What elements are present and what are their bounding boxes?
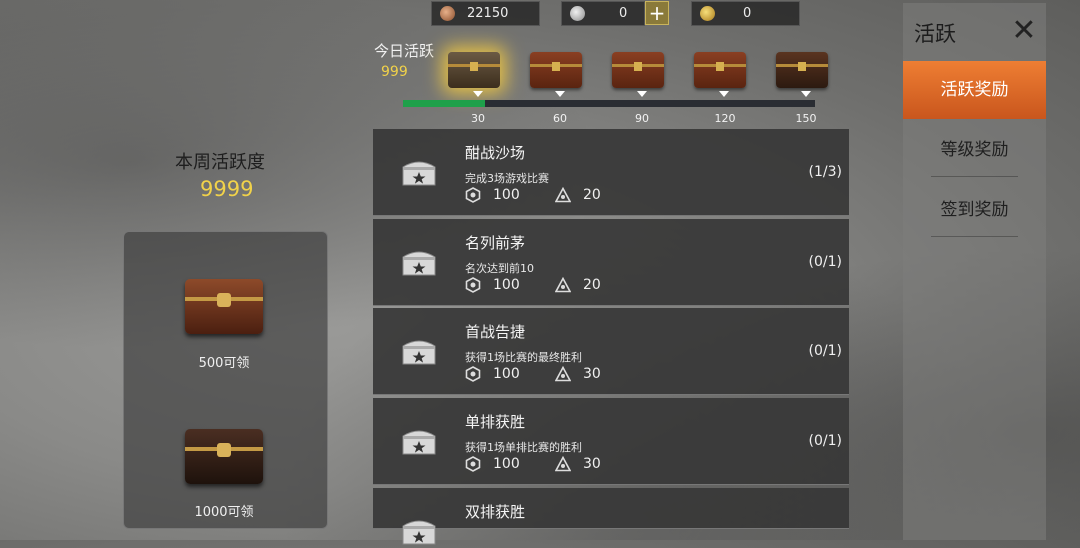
weekly-chest-500-label: 500可领 (198, 356, 250, 371)
reward-points: 100 (465, 366, 520, 382)
daily-chest-150[interactable] (776, 52, 828, 88)
daily-activity-title: 今日活跃 (374, 42, 435, 60)
activity-triangle-icon (555, 366, 571, 382)
tab-checkin-reward[interactable]: 签到奖励 (903, 181, 1046, 239)
milestone-label: 150 (795, 112, 817, 125)
reward-points-value: 100 (493, 366, 520, 382)
task-row[interactable]: 首战告捷获得1场比赛的最终胜利 100 30 (0/1) (373, 308, 849, 395)
daily-activity-value: 999 (381, 64, 408, 80)
points-hexagon-icon (465, 277, 481, 293)
reward-activity: 20 (555, 187, 601, 203)
weekly-chest-1000[interactable] (185, 429, 263, 484)
task-progress: (0/1) (808, 433, 842, 449)
task-progress: (0/1) (808, 343, 842, 359)
task-chest-icon (402, 430, 436, 455)
daily-chest-90[interactable] (612, 52, 664, 88)
close-icon[interactable]: ✕ (1010, 16, 1038, 46)
points-hexagon-icon (465, 187, 481, 203)
task-row[interactable]: 单排获胜获得1场单排比赛的胜利 100 30 (0/1) (373, 398, 849, 485)
daily-progress-track (403, 100, 815, 107)
gold-currency: 0 (691, 1, 800, 26)
activity-triangle-icon (555, 277, 571, 293)
reward-points: 100 (465, 187, 520, 203)
reward-points-value: 100 (493, 456, 520, 472)
reward-activity: 30 (555, 456, 601, 472)
task-progress: (1/3) (808, 164, 842, 180)
reward-activity-value: 30 (583, 366, 601, 382)
chest-120-arrow-icon (719, 91, 729, 97)
weekly-activity-value: 9999 (200, 177, 254, 201)
weekly-chest-1000-label: 1000可领 (194, 505, 254, 520)
copper-currency: 22150 (431, 1, 540, 26)
add-currency-button[interactable]: + (645, 1, 669, 25)
task-description: 完成3场游戏比赛 (465, 172, 549, 185)
reward-points: 100 (465, 456, 520, 472)
task-description: 获得1场单排比赛的胜利 (465, 441, 582, 454)
reward-points-value: 100 (493, 187, 520, 203)
silver-amount: 0 (619, 6, 628, 21)
gold-coin-icon (700, 6, 715, 21)
weekly-chest-500[interactable] (185, 279, 263, 334)
task-progress: (0/1) (808, 254, 842, 270)
task-description: 获得1场比赛的最终胜利 (465, 351, 582, 364)
copper-coin-icon (440, 6, 455, 21)
gold-amount: 0 (743, 6, 752, 21)
copper-amount: 22150 (467, 6, 509, 21)
silver-currency: 0 (561, 1, 645, 26)
reward-activity: 20 (555, 277, 601, 293)
task-name: 首战告捷 (465, 323, 526, 341)
daily-chest-30[interactable] (448, 52, 500, 88)
daily-chest-120[interactable] (694, 52, 746, 88)
task-chest-icon (402, 251, 436, 276)
daily-progress-fill (403, 100, 486, 107)
weekly-activity-title: 本周活跃度 (175, 152, 265, 173)
milestone-label: 90 (635, 112, 649, 125)
task-name: 名列前茅 (465, 234, 526, 252)
tab-activity-reward[interactable]: 活跃奖励 (903, 61, 1046, 119)
chest-30-arrow-icon (473, 91, 483, 97)
task-name: 双排获胜 (465, 503, 526, 521)
task-row[interactable]: 双排获胜 (373, 488, 849, 545)
reward-activity-value: 30 (583, 456, 601, 472)
points-hexagon-icon (465, 366, 481, 382)
task-row[interactable]: 酣战沙场完成3场游戏比赛 100 20 (1/3) (373, 129, 849, 216)
chest-150-arrow-icon (801, 91, 811, 97)
reward-activity-value: 20 (583, 277, 601, 293)
daily-chest-60[interactable] (530, 52, 582, 88)
milestone-label: 120 (714, 112, 736, 125)
activity-triangle-icon (555, 187, 571, 203)
task-chest-icon (402, 161, 436, 186)
reward-points: 100 (465, 277, 520, 293)
milestone-label: 30 (471, 112, 485, 125)
task-chest-icon (402, 520, 436, 545)
task-chest-icon (402, 340, 436, 365)
task-row[interactable]: 名列前茅名次达到前10 100 20 (0/1) (373, 219, 849, 306)
task-description: 名次达到前10 (465, 262, 534, 275)
weekly-reward-panel (123, 231, 328, 529)
tab-level-reward[interactable]: 等级奖励 (903, 121, 1046, 179)
reward-activity-value: 20 (583, 187, 601, 203)
reward-activity: 30 (555, 366, 601, 382)
task-name: 酣战沙场 (465, 144, 526, 162)
activity-triangle-icon (555, 456, 571, 472)
reward-points-value: 100 (493, 277, 520, 293)
chest-90-arrow-icon (637, 91, 647, 97)
task-name: 单排获胜 (465, 413, 526, 431)
points-hexagon-icon (465, 456, 481, 472)
chest-60-arrow-icon (555, 91, 565, 97)
silver-coin-icon (570, 6, 585, 21)
milestone-label: 60 (553, 112, 567, 125)
panel-title: 活跃 (914, 22, 956, 46)
